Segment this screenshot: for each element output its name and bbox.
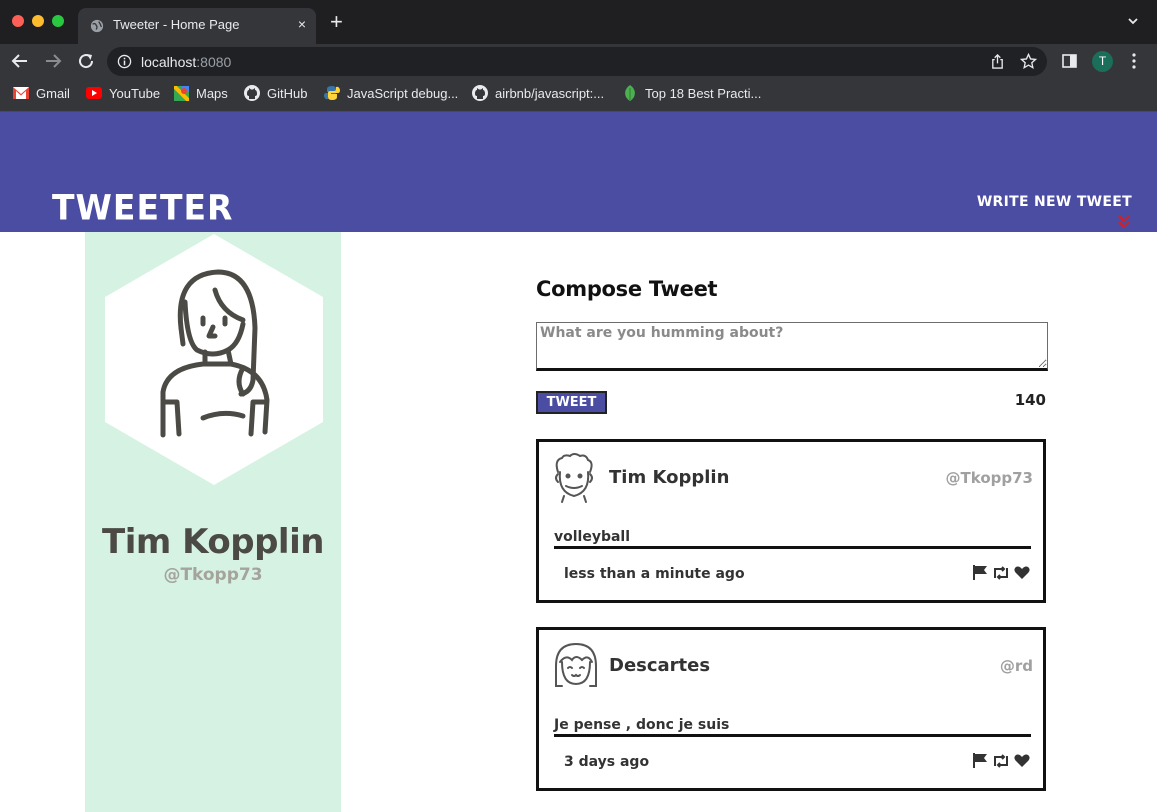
character-counter: 140	[1014, 391, 1046, 409]
profile-panel: Tim Kopplin @Tkopp73	[85, 232, 341, 812]
tweet-actions	[972, 564, 1030, 581]
bookmark-gmail[interactable]: Gmail	[13, 84, 70, 102]
bookmark-label: Maps	[196, 85, 228, 101]
url-port: :8080	[196, 54, 232, 70]
url-text: localhost:8080	[141, 54, 231, 70]
bookmark-github[interactable]: GitHub	[244, 84, 307, 102]
tab-title: Tweeter - Home Page	[113, 17, 240, 32]
browser-toolbar: localhost:8080 T	[0, 44, 1157, 78]
share-icon[interactable]	[990, 54, 1005, 69]
more-menu-icon[interactable]	[1131, 53, 1137, 69]
tweet-content: volleyball	[554, 529, 1031, 549]
tweet-actions	[972, 752, 1030, 769]
tweet-input[interactable]	[536, 322, 1048, 371]
address-bar[interactable]: localhost:8080	[107, 47, 1047, 76]
tweet-author-handle: @Tkopp73	[945, 469, 1033, 487]
tweet-author-name: Tim Kopplin	[609, 467, 730, 488]
tweet-content: Je pense , donc je suis	[554, 717, 1031, 737]
profile-name: Tim Kopplin	[102, 522, 324, 562]
bookmark-label: Top 18 Best Practi...	[645, 85, 762, 101]
site-header: Tweeter Write new tweet	[0, 112, 1157, 232]
bookmark-javascript-debug[interactable]: JavaScript debug...	[324, 84, 458, 102]
tweet-timestamp: less than a minute ago	[564, 566, 745, 582]
flag-icon[interactable]	[972, 564, 988, 581]
bookmark-label: YouTube	[109, 85, 161, 101]
github-icon	[244, 85, 260, 101]
heart-icon[interactable]	[1014, 566, 1030, 580]
bookmarks-bar: Gmail YouTube Maps GitHub JavaScript deb…	[0, 78, 1157, 112]
site-logo[interactable]: Tweeter	[52, 187, 233, 228]
curly-hair-avatar-icon	[555, 453, 593, 503]
python-icon	[324, 86, 340, 100]
bookmark-label: JavaScript debug...	[347, 85, 459, 101]
back-arrow-icon[interactable]	[11, 52, 29, 70]
bookmark-youtube[interactable]: YouTube	[86, 84, 160, 102]
tweet-card: Descartes @rd Je pense , donc je suis 3 …	[536, 627, 1046, 791]
heart-icon[interactable]	[1014, 754, 1030, 768]
profile-avatar[interactable]: T	[1092, 51, 1113, 72]
github-icon	[472, 85, 488, 101]
leaf-icon	[625, 85, 635, 101]
retweet-icon[interactable]	[992, 565, 1010, 580]
globe-icon	[90, 19, 104, 33]
compose-title: Compose Tweet	[536, 277, 718, 301]
profile-handle: @Tkopp73	[163, 565, 263, 585]
bangs-avatar-icon	[555, 642, 597, 687]
retweet-icon[interactable]	[992, 753, 1010, 768]
chevron-down-icon[interactable]	[1127, 15, 1139, 27]
browser-tab-bar: Tweeter - Home Page × +	[0, 0, 1157, 44]
bookmark-label: Gmail	[36, 85, 70, 101]
gmail-icon	[13, 87, 29, 99]
bookmark-maps[interactable]: Maps	[174, 84, 228, 102]
tweet-card: Tim Kopplin @Tkopp73 volleyball less tha…	[536, 439, 1046, 603]
side-panel-icon[interactable]	[1062, 54, 1077, 68]
new-tab-button[interactable]: +	[330, 11, 343, 33]
tweet-timestamp: 3 days ago	[564, 754, 650, 770]
maximize-window-button[interactable]	[52, 15, 64, 27]
bookmark-star-icon[interactable]	[1020, 53, 1037, 70]
bookmark-label: airbnb/javascript:...	[495, 85, 605, 101]
double-chevron-down-icon[interactable]	[1117, 214, 1131, 230]
browser-tab[interactable]: Tweeter - Home Page ×	[78, 8, 316, 44]
tweet-author-handle: @rd	[999, 657, 1033, 675]
forward-arrow-icon[interactable]	[44, 52, 62, 70]
tweet-author-name: Descartes	[609, 655, 711, 676]
youtube-icon	[86, 87, 102, 99]
flag-icon[interactable]	[972, 752, 988, 769]
profile-avatar-image	[105, 234, 323, 485]
url-host: localhost	[141, 54, 197, 70]
reload-icon[interactable]	[77, 52, 95, 70]
info-icon[interactable]	[117, 54, 132, 69]
bookmark-label: GitHub	[267, 85, 308, 101]
tweet-submit-button[interactable]: Tweet	[536, 391, 607, 414]
close-window-button[interactable]	[12, 15, 24, 27]
bookmark-top-18[interactable]: Top 18 Best Practi...	[622, 84, 761, 102]
minimize-window-button[interactable]	[32, 15, 44, 27]
write-new-tweet-button[interactable]: Write new tweet	[977, 194, 1132, 210]
bookmark-airbnb-javascript[interactable]: airbnb/javascript:...	[472, 84, 604, 102]
maps-icon	[174, 85, 189, 101]
tab-close-icon[interactable]: ×	[298, 16, 306, 32]
